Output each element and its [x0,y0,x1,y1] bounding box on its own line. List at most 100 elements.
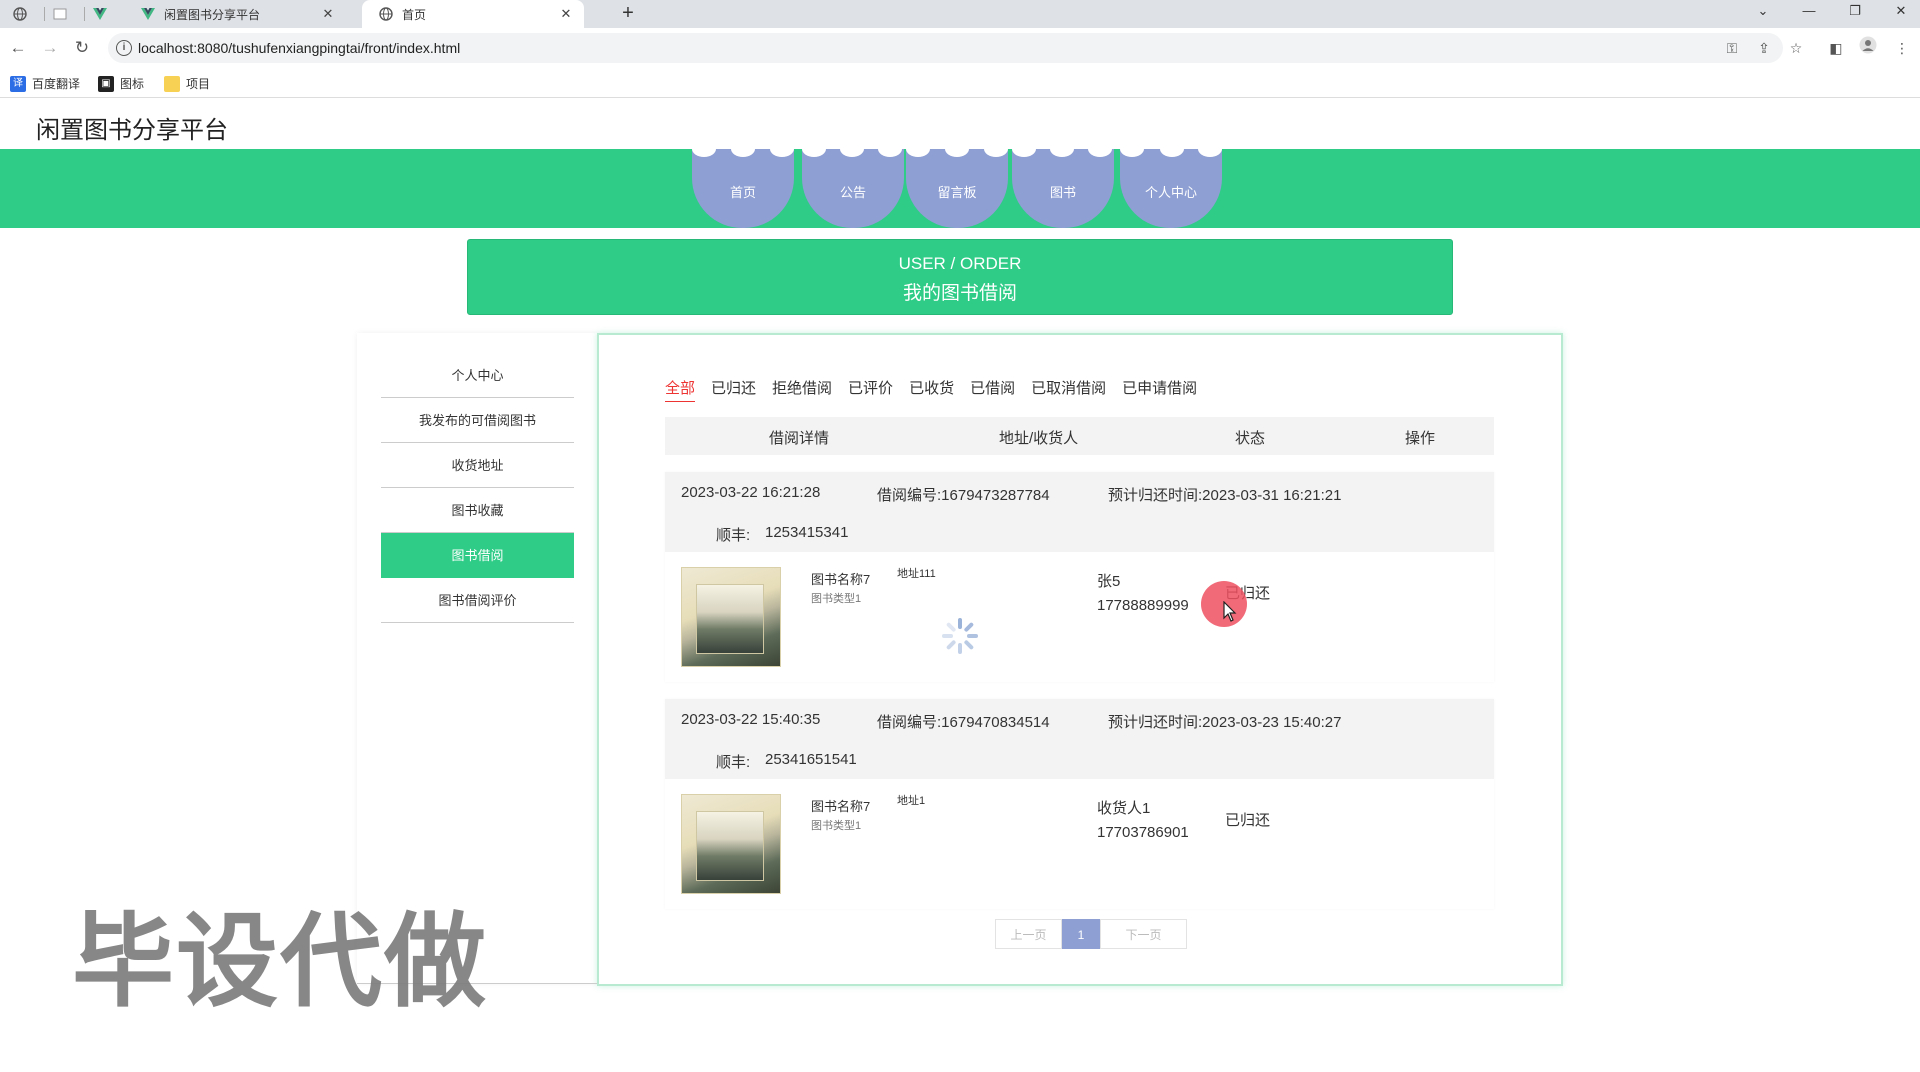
receiver-name: 张5 [1097,573,1121,590]
next-page-button[interactable]: 下一页 [1100,919,1187,949]
nav-item-books[interactable]: 图书 [1012,149,1114,228]
nav-decoration [1120,141,1144,157]
col-header-actions: 操作 [1405,430,1436,447]
nav-decoration [945,141,969,157]
filter-tab-all[interactable]: 全部 [665,377,696,402]
col-header-address: 地址/收货人 [999,430,1079,447]
main-nav: 首页 公告 留言板 图书 个人中心 [0,141,1920,228]
filter-tab-borrowed[interactable]: 已借阅 [970,377,1015,402]
book-name: 图书名称7 [811,572,871,587]
book-name: 图书名称7 [811,799,871,814]
key-icon[interactable]: ⚿ [1720,36,1744,60]
nav-item-announcement[interactable]: 公告 [802,149,904,228]
tab-search-chevron-icon[interactable]: ⌄ [1740,0,1786,28]
site-title: 闲置图书分享平台 [36,117,228,144]
forward-arrow-icon[interactable]: → [38,36,62,60]
filter-tab-received[interactable]: 已收货 [909,377,954,402]
prev-page-button[interactable]: 上一页 [995,919,1062,949]
close-tab-icon[interactable]: ✕ [320,6,336,22]
share-icon[interactable]: ⇪ [1752,36,1776,60]
book-type: 图书类型1 [811,593,862,605]
folder-icon [164,75,180,92]
sidebar-item-address[interactable]: 收货地址 [381,443,574,488]
receiver-info: 张5 17788889999 [1097,570,1189,618]
receiver-name: 收货人1 [1097,800,1151,817]
nav-decoration [1160,141,1184,157]
vue-logo-icon [92,6,108,22]
status-filter-tabs: 全部 已归还 拒绝借阅 已评价 已收货 已借阅 已取消借阅 已申请借阅 [665,377,1213,402]
banner-title: 我的图书借阅 [902,283,1017,304]
browser-tabstrip: 闲置图书分享平台 ✕ 首页 ✕ + ⌄ — ❐ ✕ [0,0,1920,28]
nav-decoration [1012,141,1036,157]
bookmark-baidu-translate[interactable]: 译 百度翻译 [10,75,80,92]
close-tab-icon[interactable]: ✕ [558,6,574,22]
profile-avatar-icon[interactable] [1856,36,1880,60]
pinned-tab-globe[interactable] [4,0,44,28]
order-time: 2023-03-22 15:40:35 [681,711,821,728]
col-header-status: 状态 [1235,430,1266,447]
sidebar-item-my-books[interactable]: 我发布的可借阅图书 [381,398,574,443]
receiver-info: 收货人1 17703786901 [1097,797,1189,845]
order-number: 借阅编号:1679470834514 [877,714,1050,731]
sidebar-item-favorites[interactable]: 图书收藏 [381,488,574,533]
translate-icon: 译 [10,75,26,92]
book-type: 图书类型1 [811,820,862,832]
nav-decoration [840,141,864,157]
back-arrow-icon[interactable]: ← [6,36,30,60]
browser-toolbar: ← → ↻ i localhost:8080/tushufenxiangping… [0,28,1920,68]
reload-icon[interactable]: ↻ [70,36,94,60]
restore-button[interactable]: ❐ [1832,0,1878,28]
nav-decoration [1050,141,1074,157]
minimize-button[interactable]: — [1786,0,1832,28]
side-panel-icon[interactable]: ◧ [1824,36,1848,60]
globe-icon [12,6,28,22]
order-card: 2023-03-22 15:40:35 借阅编号:1679470834514 预… [665,699,1494,909]
tab-title: 闲置图书分享平台 [164,7,261,22]
book-cover-image[interactable] [681,567,781,667]
order-header: 2023-03-22 16:21:28 借阅编号:1679473287784 预… [665,472,1494,552]
bookmarks-bar: 译 百度翻译 ▣ 图标 项目 [0,68,1920,98]
nav-decoration [984,141,1008,157]
sidebar-item-borrowing[interactable]: 图书借阅 [381,533,574,578]
pinned-tab-blank[interactable] [44,0,84,28]
filter-tab-applied[interactable]: 已申请借阅 [1122,377,1197,402]
nav-item-home[interactable]: 首页 [692,149,794,228]
bookmark-project-folder[interactable]: 项目 [164,75,210,92]
nav-decoration [770,141,794,157]
table-header: 借阅详情 地址/收货人 状态 操作 [665,417,1494,455]
sidebar-item-personal-center[interactable]: 个人中心 [381,353,574,398]
tab-home[interactable]: 首页 ✕ [362,0,584,28]
page-number-button[interactable]: 1 [1062,919,1100,949]
order-address: 地址111 [897,568,936,580]
nav-item-message-board[interactable]: 留言板 [906,149,1008,228]
sidebar-item-reviews[interactable]: 图书借阅评价 [381,578,574,623]
address-bar[interactable]: i localhost:8080/tushufenxiangpingtai/fr… [108,33,1783,63]
express-number: 1253415341 [765,524,849,541]
site-info-icon[interactable]: i [116,40,132,56]
filter-tab-returned[interactable]: 已归还 [711,377,756,402]
loading-spinner-icon [940,616,980,656]
filter-tab-reviewed[interactable]: 已评价 [848,377,893,402]
order-due-time: 预计归还时间:2023-03-31 16:21:21 [1108,487,1342,504]
nav-decoration [692,141,716,157]
more-menu-icon[interactable]: ⋮ [1890,36,1914,60]
bookmark-icons[interactable]: ▣ 图标 [98,75,144,92]
star-icon[interactable]: ☆ [1784,36,1808,60]
order-time: 2023-03-22 16:21:28 [681,484,821,501]
filter-tab-rejected[interactable]: 拒绝借阅 [772,377,832,402]
express-company: 顺丰: [716,527,751,544]
nav-item-personal-center[interactable]: 个人中心 [1120,149,1222,228]
nav-decoration [731,141,755,157]
close-window-button[interactable]: ✕ [1878,0,1920,28]
pinned-tab-vue[interactable] [84,0,124,28]
express-number: 25341651541 [765,751,857,768]
tab-platform[interactable]: 闲置图书分享平台 ✕ [124,0,346,28]
order-header: 2023-03-22 15:40:35 借阅编号:1679470834514 预… [665,699,1494,779]
tab-title: 首页 [402,7,427,22]
filter-tab-cancelled[interactable]: 已取消借阅 [1031,377,1106,402]
new-tab-button[interactable]: + [614,0,642,28]
vue-logo-icon [140,6,156,22]
book-cover-image[interactable] [681,794,781,894]
nav-decoration [906,141,930,157]
image-icon: ▣ [98,75,114,92]
